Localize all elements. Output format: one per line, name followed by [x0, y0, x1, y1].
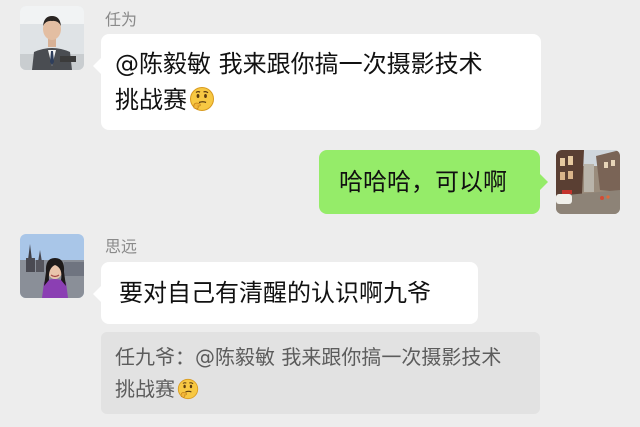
message-bubble[interactable]: 要对自己有清醒的认识啊九爷 [93, 262, 478, 324]
message-bubble[interactable]: @陈毅敏 我来跟你搞一次摄影技术 挑战赛 [93, 34, 541, 130]
sender-name: 任为 [105, 10, 138, 29]
thinking-emoji-icon [177, 378, 199, 400]
message-text: 哈哈哈，可以啊 [339, 168, 507, 196]
message-text-line: 挑战赛 [115, 86, 187, 114]
avatar-renwei-image [20, 6, 84, 70]
quoted-text-line: 任九爷：@陈毅敏 我来跟你搞一次摄影技术 [115, 345, 502, 369]
avatar-self-image [556, 150, 620, 214]
quoted-message[interactable]: 任九爷：@陈毅敏 我来跟你搞一次摄影技术 挑战赛 [101, 332, 540, 414]
thinking-emoji-icon [189, 86, 215, 112]
message-bubble-outgoing[interactable]: 哈哈哈，可以啊 [319, 150, 548, 214]
message-text: 要对自己有清醒的认识啊九爷 [119, 279, 431, 307]
avatar-self[interactable] [556, 150, 620, 214]
sender-name: 思远 [105, 237, 138, 256]
avatar-renwei[interactable] [20, 6, 84, 70]
message-text-line: @陈毅敏 我来跟你搞一次摄影技术 [115, 50, 483, 78]
avatar-siyuan-image [20, 234, 84, 298]
quoted-text-line: 挑战赛 [115, 377, 175, 401]
avatar-siyuan[interactable] [20, 234, 84, 298]
